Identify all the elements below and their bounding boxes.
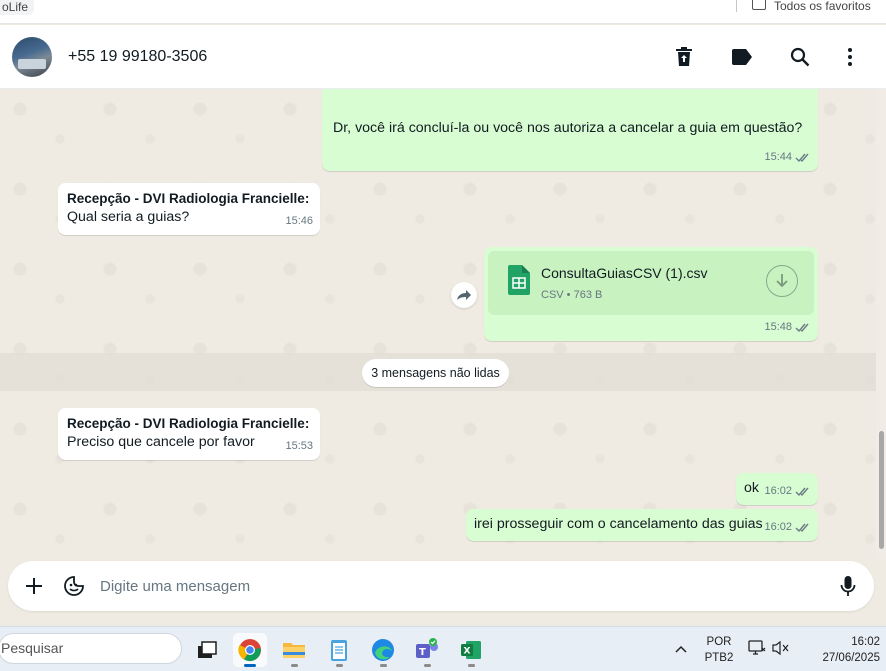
menu-dots-icon[interactable]	[838, 45, 862, 69]
search-icon[interactable]	[788, 45, 812, 69]
sticker-emoji-icon[interactable]	[62, 574, 86, 598]
message-meta: 15:53	[285, 437, 313, 456]
forward-button[interactable]	[451, 282, 477, 308]
all-favorites-label: Todos os favoritos	[774, 0, 871, 13]
teams-app-icon[interactable]: T	[410, 633, 444, 667]
clock-time: 16:02	[851, 636, 880, 648]
message-bubble-outgoing[interactable]: ok 16:02	[736, 473, 818, 505]
favorites-separator	[736, 0, 737, 12]
chrome-app-icon[interactable]	[233, 633, 267, 667]
message-bubble-document[interactable]: ConsultaGuiasCSV (1).csv CSV • 763 B 15:…	[484, 247, 818, 341]
unread-messages-badge: 3 mensagens não lidas	[362, 359, 509, 387]
message-meta: 15:44	[764, 148, 811, 167]
message-bubble-incoming[interactable]: Recepção - DVI Radiologia Francielle: Qu…	[58, 183, 320, 235]
read-ticks-icon	[795, 523, 809, 533]
language-code: POR	[706, 636, 732, 648]
clock-date: 27/06/2025	[822, 652, 880, 664]
running-indicator	[424, 664, 431, 667]
read-ticks-icon	[795, 153, 809, 163]
running-indicator	[336, 664, 343, 667]
label-tag-icon[interactable]	[730, 45, 754, 69]
chat-scrollbar[interactable]	[876, 89, 886, 560]
message-meta: 16:02	[764, 518, 811, 537]
tray-chevron-up-icon[interactable]	[674, 641, 688, 659]
message-text: Dr, você irá concluí-la ou você nos auto…	[333, 120, 803, 136]
message-sender: Recepção - DVI Radiologia Francielle:	[67, 416, 310, 431]
edge-browser-icon[interactable]	[366, 633, 400, 667]
message-time: 16:02	[764, 521, 792, 533]
document-file-info: CSV • 763 B	[541, 289, 603, 301]
message-input[interactable]	[100, 571, 820, 601]
microphone-icon[interactable]	[836, 574, 860, 598]
message-time: 16:02	[764, 485, 792, 497]
message-meta: 15:46	[285, 212, 313, 231]
folder-icon	[752, 0, 766, 10]
delete-chat-icon[interactable]	[672, 45, 696, 69]
read-ticks-icon	[795, 487, 809, 497]
message-text: Qual seria a guias?	[67, 209, 190, 225]
contact-name[interactable]: +55 19 99180-3506	[68, 48, 207, 66]
spreadsheet-file-icon	[508, 265, 530, 295]
message-sender: Recepção - DVI Radiologia Francielle:	[67, 191, 310, 206]
contact-avatar[interactable]	[12, 37, 52, 77]
message-time: 15:46	[285, 215, 313, 227]
network-monitor-icon[interactable]	[748, 640, 766, 661]
chat-messages-area[interactable]: Dr, você irá concluí-la ou você nos auto…	[0, 89, 876, 560]
browser-tab-stub[interactable]: oLife	[0, 0, 35, 15]
chat-header: +55 19 99180-3506	[0, 25, 886, 89]
download-button[interactable]	[766, 265, 798, 297]
message-text: ok	[744, 480, 759, 496]
running-indicator	[380, 664, 387, 667]
running-indicator	[468, 664, 475, 667]
all-favorites-button[interactable]: Todos os favoritos	[752, 0, 871, 12]
read-ticks-icon	[795, 323, 809, 333]
message-bubble-outgoing[interactable]: irei prosseguir com o cancelamento das g…	[466, 509, 818, 541]
message-time: 15:53	[285, 440, 313, 452]
message-time: 15:48	[764, 321, 792, 333]
keyboard-layout: PTB2	[704, 652, 734, 664]
taskbar-search[interactable]: Pesquisar	[0, 633, 182, 664]
forward-arrow-icon	[457, 290, 471, 300]
message-meta: 16:02	[764, 482, 811, 501]
download-arrow-icon	[776, 274, 788, 288]
task-view-icon[interactable]	[190, 633, 224, 667]
taskbar-clock[interactable]: 16:02 27/06/2025	[800, 634, 880, 666]
excel-app-icon[interactable]: X	[454, 633, 488, 667]
svg-text:T: T	[419, 647, 426, 658]
running-indicator	[291, 664, 298, 667]
message-bubble-incoming[interactable]: Recepção - DVI Radiologia Francielle: Pr…	[58, 408, 320, 460]
document-card[interactable]: ConsultaGuiasCSV (1).csv CSV • 763 B	[488, 251, 814, 315]
active-indicator	[244, 664, 256, 667]
document-file-name: ConsultaGuiasCSV (1).csv	[541, 265, 708, 281]
attach-plus-icon[interactable]	[22, 574, 46, 598]
scrollbar-thumb[interactable]	[879, 431, 884, 549]
message-text: irei prosseguir com o cancelamento das g…	[474, 516, 763, 532]
svg-text:X: X	[464, 647, 471, 657]
file-explorer-icon[interactable]	[277, 633, 311, 667]
message-text: Preciso que cancele por favor	[67, 434, 255, 450]
windows-taskbar: Pesquisar T X POR PTB2 16:02 27/06/2025	[0, 626, 886, 671]
browser-bookmarks-bar: oLife Todos os favoritos	[0, 0, 886, 24]
input-language-indicator[interactable]: POR PTB2	[701, 634, 737, 666]
message-time: 15:44	[764, 151, 792, 163]
message-meta: 15:48	[764, 318, 811, 337]
message-bubble-outgoing[interactable]: Dr, você irá concluí-la ou você nos auto…	[322, 89, 818, 171]
volume-muted-icon[interactable]	[772, 640, 790, 661]
message-composer	[8, 561, 874, 611]
notepad-icon[interactable]	[322, 633, 356, 667]
